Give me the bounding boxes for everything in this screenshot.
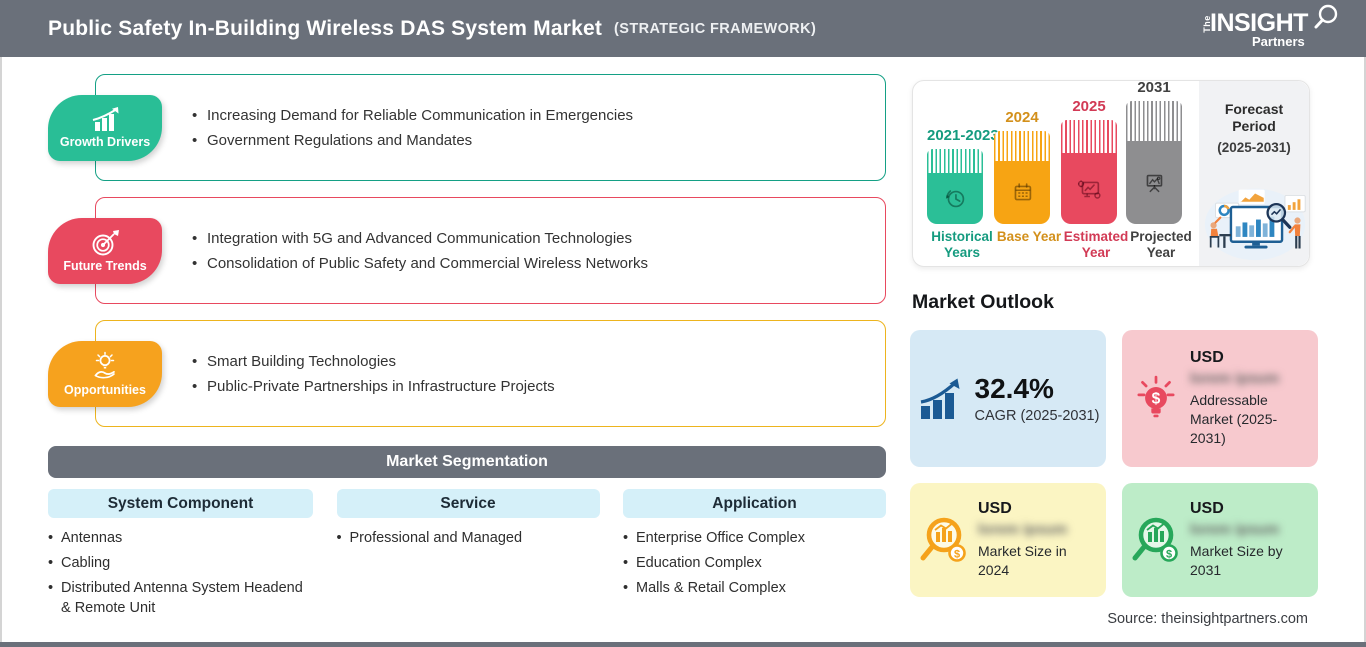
list-item: Increasing Demand for Reliable Communica… [190,107,633,124]
list-item: Smart Building Technologies [190,353,555,370]
footer-strip [0,642,1366,647]
forecast-title-line1: Forecast [1224,101,1284,117]
timeline-bar-historical: 2021-2023 [927,127,999,224]
year-label: 2024 [1005,109,1039,126]
badge-label: Growth Drivers [59,134,151,149]
list-item: Professional and Managed [337,528,600,548]
cagr-value: 32.4% [974,373,1054,404]
segmentation-columns: System Component Antennas Cabling Distri… [48,489,886,623]
opportunities-badge: Opportunities [48,340,162,407]
card-label: Market Size by 2031 [1190,543,1283,578]
segment-items: Professional and Managed [337,528,600,548]
badge-label: Future Trends [63,258,147,273]
bar-label: Projected Year [1130,229,1192,260]
stripe-pattern [994,131,1050,161]
list-item: Education Complex [623,553,886,573]
market-size-2031-card: $ USD lorem ipsum Market Size by 2031 [1122,483,1318,597]
logo-partners-text: Partners [1252,33,1305,49]
currency-label: USD [1190,500,1224,517]
clock-history-icon [945,189,965,207]
list-item: Consolidation of Public Safety and Comme… [190,255,648,272]
page-title: Public Safety In-Building Wireless DAS S… [48,16,603,40]
segment-chip: Application [623,489,886,518]
opportunities-list: Smart Building Technologies Public-Priva… [190,345,555,403]
masked-value: lorem ipsum [1190,521,1280,538]
outlook-cards: 32.4% CAGR (2025-2031) $ USD lorem ipsum… [910,330,1318,597]
segment-items: Antennas Cabling Distributed Antenna Sys… [48,528,313,618]
calendar-icon [1014,182,1032,200]
year-label: 2031 [1137,79,1171,96]
svg-text:$: $ [1166,549,1172,561]
market-segmentation-header: Market Segmentation [48,446,886,478]
growth-drivers-badge: Growth Drivers [48,94,162,161]
currency-label: USD [1190,349,1224,366]
growth-bars-arrow-icon [920,378,960,419]
stripe-pattern [927,149,983,173]
stripe-pattern [1061,120,1117,153]
list-item: Enterprise Office Complex [623,528,886,548]
card-label: Market Size in 2024 [978,543,1067,578]
magnifier-chart-icon: $ [1132,517,1178,562]
cagr-card: 32.4% CAGR (2025-2031) [910,330,1106,467]
stripe-pattern [1126,101,1182,141]
page-subtitle: (STRATEGIC FRAMEWORK) [614,20,817,37]
monitor-gear-icon [1077,179,1101,199]
timeline-bar-estimated: 2025 [1061,98,1117,224]
list-item: Distributed Antenna System Headend & Rem… [48,578,313,618]
addressable-market-card: $ USD lorem ipsum Addressable Market (20… [1122,330,1318,467]
section-growth-drivers: Growth Drivers Increasing Demand for Rel… [48,74,886,181]
market-size-2024-card: $ USD lorem ipsum Market Size in 2024 [910,483,1106,597]
list-item: Public-Private Partnerships in Infrastru… [190,378,555,395]
magnifier-chart-icon: $ [920,517,966,562]
list-item: Government Regulations and Mandates [190,132,633,149]
forecast-panel: Forecast Period (2025-2031) [1199,81,1309,266]
magnifier-icon [1314,4,1338,28]
bar-label: Estimated Year [1063,229,1129,260]
insight-partners-logo: The INSIGHT Partners [1202,4,1338,52]
growth-drivers-list: Increasing Demand for Reliable Communica… [190,99,633,157]
timeline-card: 2021-2023 2024 2025 2031 Historical Year… [912,79,1310,267]
future-trends-badge: Future Trends [48,217,162,284]
bar-chart-rise-icon [92,106,119,131]
bar-label: Base Year [996,229,1062,244]
segmentation-col-service: Service Professional and Managed [336,489,600,623]
year-label: 2021-2023 [927,127,999,144]
svg-text:$: $ [1152,390,1161,407]
segment-chip: Service [336,489,600,518]
segment-chip: System Component [48,489,313,518]
year-label: 2025 [1072,98,1106,115]
segmentation-col-system-component: System Component Antennas Cabling Distri… [48,489,313,623]
header-bar: Public Safety In-Building Wireless DAS S… [0,0,1366,57]
bar-label: Historical Years [931,229,993,260]
projection-screen-icon [1146,174,1163,192]
cagr-label: CAGR (2025-2031) [974,408,1100,424]
card-label: Addressable Market (2025-2031) [1190,392,1278,446]
forecast-title-line2: Period [1232,118,1276,134]
infographic-root: Public Safety In-Building Wireless DAS S… [0,0,1366,647]
list-item: Integration with 5G and Advanced Communi… [190,230,648,247]
svg-text:$: $ [954,549,960,561]
segmentation-col-application: Application Enterprise Office Complex Ed… [623,489,886,623]
list-item: Malls & Retail Complex [623,578,886,598]
timeline-bar-projected: 2031 [1126,79,1182,224]
masked-value: lorem ipsum [978,521,1068,538]
section-opportunities: Opportunities Smart Building Technologie… [48,320,886,427]
timeline-bar-base: 2024 [994,109,1050,224]
section-future-trends: Future Trends Integration with 5G and Ad… [48,197,886,304]
market-outlook-title: Market Outlook [912,291,1054,313]
currency-label: USD [978,500,1012,517]
badge-label: Opportunities [64,382,146,397]
driver-sections: Growth Drivers Increasing Demand for Rel… [48,74,886,443]
bulb-hand-icon [94,351,115,378]
segment-items: Enterprise Office Complex Education Comp… [623,528,886,598]
source-attribution: Source: theinsightpartners.com [1107,611,1308,627]
list-item: Antennas [48,528,313,548]
target-dart-icon [92,229,119,255]
bulb-dollar-icon: $ [1137,375,1175,417]
analytics-illustration [1204,188,1306,261]
future-trends-list: Integration with 5G and Advanced Communi… [190,222,648,280]
list-item: Cabling [48,553,313,573]
masked-value: lorem ipsum [1190,370,1280,387]
forecast-range: (2025-2031) [1217,140,1291,155]
